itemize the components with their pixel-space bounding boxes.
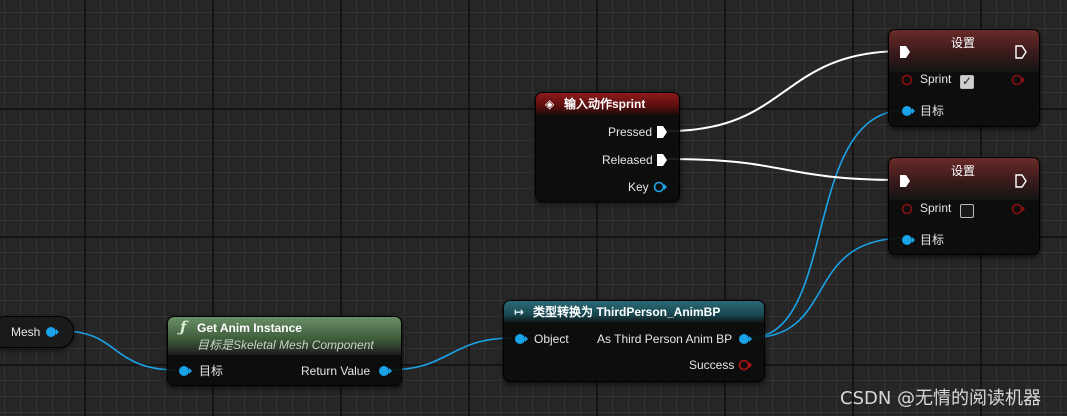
released-exec-pin[interactable] — [656, 153, 668, 167]
wire-pressed-exec[interactable] — [667, 50, 904, 132]
sprint-output-pin[interactable] — [1011, 74, 1025, 86]
sprint-label: Sprint — [920, 201, 952, 215]
cast-node-header: ↦ 类型转换为 ThirdPerson_AnimBP — [504, 301, 764, 323]
node-title: 设置 — [951, 36, 976, 50]
target-label: 目标 — [920, 233, 945, 247]
checkmark-icon: ✓ — [962, 74, 973, 88]
return-value-label: Return Value — [301, 364, 371, 378]
input-action-header: ◈ 输入动作sprint — [536, 93, 679, 115]
get-anim-instance-node[interactable]: ƒ Get Anim Instance 目标是Skeletal Mesh Com… — [167, 316, 402, 386]
watermark: CSDN @无情的阅读机器 — [840, 388, 1042, 409]
cast-node[interactable]: ↦ 类型转换为 ThirdPerson_AnimBP Object As Thi… — [503, 300, 765, 382]
set-node-header: 设置 — [889, 158, 1039, 200]
function-icon: ƒ — [180, 318, 187, 336]
object-input-pin[interactable] — [514, 333, 528, 345]
exec-in-pin[interactable] — [899, 174, 911, 188]
node-title: 设置 — [951, 164, 976, 178]
exec-out-pin[interactable] — [1015, 45, 1027, 59]
sprint-checkbox[interactable] — [960, 204, 974, 218]
mesh-label: Mesh — [11, 325, 41, 339]
sprint-output-pin[interactable] — [1011, 203, 1025, 215]
sprint-input-pin[interactable] — [901, 74, 915, 86]
target-label: 目标 — [920, 104, 945, 118]
mesh-output-pin[interactable] — [45, 326, 59, 338]
success-label: Success — [689, 358, 735, 372]
wire-released-exec[interactable] — [667, 158, 904, 181]
target-input-pin[interactable] — [901, 234, 915, 246]
key-label: Key — [628, 180, 649, 194]
sprint-checkbox[interactable]: ✓ — [960, 74, 974, 89]
node-title: 输入动作sprint — [564, 97, 646, 111]
wire-return-to-object[interactable] — [387, 337, 513, 371]
node-subtitle: 目标是Skeletal Mesh Component — [197, 338, 374, 352]
wire-cast-to-target1[interactable] — [748, 109, 907, 339]
wire-cast-to-target2[interactable] — [748, 237, 907, 339]
set-node-header: 设置 — [889, 30, 1039, 72]
mesh-variable-node[interactable]: Mesh — [0, 316, 74, 348]
set-sprint-false-node[interactable]: 设置 Sprint 目标 — [888, 157, 1040, 255]
sprint-label: Sprint — [920, 72, 952, 86]
wire-mesh-to-target[interactable] — [61, 330, 179, 371]
released-label: Released — [602, 153, 653, 167]
input-action-icon: ◈ — [545, 97, 555, 111]
as-anim-bp-pin[interactable] — [738, 333, 752, 345]
pressed-exec-pin[interactable] — [656, 125, 668, 139]
set-sprint-true-node[interactable]: 设置 Sprint ✓ 目标 — [888, 29, 1040, 127]
exec-out-pin[interactable] — [1015, 174, 1027, 188]
sprint-input-pin[interactable] — [901, 203, 915, 215]
exec-in-pin[interactable] — [899, 45, 911, 59]
return-value-pin[interactable] — [378, 365, 392, 377]
as-anim-bp-label: As Third Person Anim BP — [597, 332, 733, 346]
get-anim-instance-header: ƒ Get Anim Instance 目标是Skeletal Mesh Com… — [168, 317, 401, 355]
success-pin[interactable] — [738, 359, 752, 371]
key-output-pin[interactable] — [653, 181, 667, 193]
node-title: 类型转换为 ThirdPerson_AnimBP — [533, 305, 721, 319]
cast-icon: ↦ — [514, 305, 525, 319]
target-input-pin[interactable] — [901, 105, 915, 117]
target-label: 目标 — [199, 364, 224, 378]
pressed-label: Pressed — [608, 125, 653, 139]
target-input-pin[interactable] — [178, 365, 192, 377]
object-label: Object — [534, 332, 569, 346]
input-action-sprint-node[interactable]: ◈ 输入动作sprint Pressed Released Key — [535, 92, 680, 202]
